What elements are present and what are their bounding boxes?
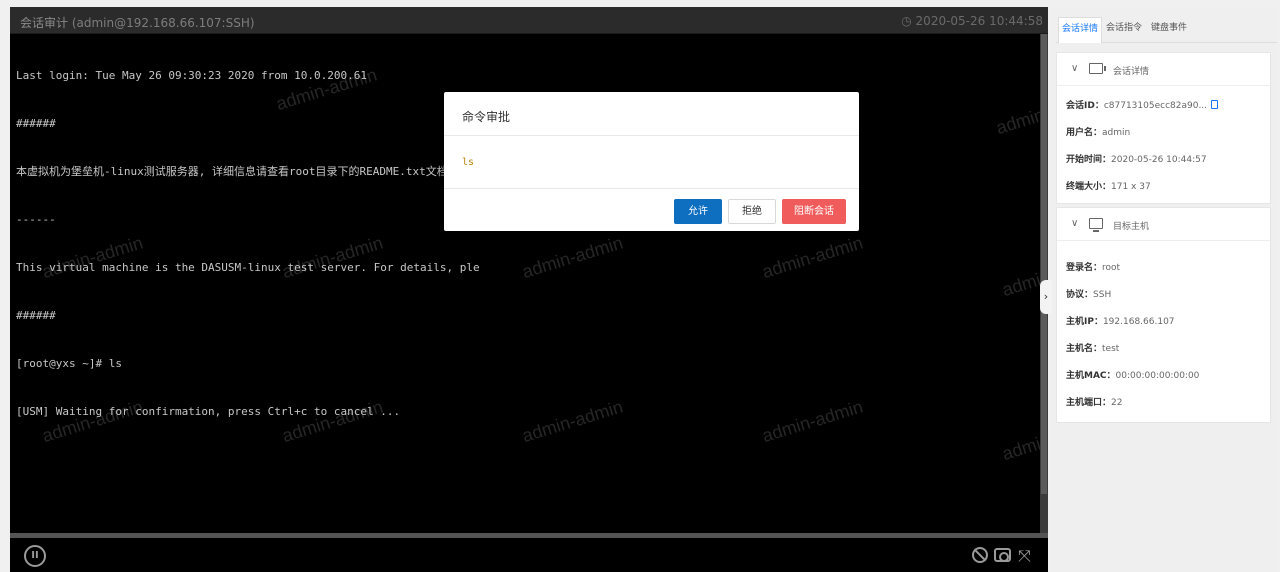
field-value: 00:00:00:00:00:00 (1115, 371, 1200, 381)
session-detail-section: ∨ 会话详情 会话ID：c87713105ecc82a90... 用户名：adm… (1056, 52, 1271, 204)
field-value: SSH (1093, 290, 1112, 300)
watermark: admin-admin (519, 232, 626, 283)
terminal-line: ------ (16, 213, 56, 226)
section-title: 会话详情 (1113, 67, 1150, 77)
field-protocol: 协议：SSH (1066, 287, 1111, 300)
field-label: 用户名： (1066, 128, 1103, 138)
tab-session-commands[interactable]: 会话指令 (1104, 17, 1144, 43)
field-value: c87713105ecc82a90... (1103, 101, 1208, 111)
terminal-line: 本虚拟机为堡垒机-linux测试服务器, 详细信息请查看root目录下的READ… (16, 165, 448, 178)
command-approval-dialog: 命令审批 ls 允许 拒绝 阻断会话 (444, 92, 859, 231)
session-audit-app: 会话审计 (admin@192.168.66.107:SSH) ◷ 2020-0… (0, 0, 1280, 572)
copy-icon[interactable] (1211, 100, 1219, 109)
field-label: 会话ID： (1066, 101, 1104, 111)
terminal-line: ###### (16, 117, 56, 130)
terminal-line: Last login: Tue May 26 09:30:23 2020 fro… (16, 69, 367, 82)
field-value: test (1102, 344, 1120, 354)
scrollbar-thumb[interactable] (1041, 34, 1047, 494)
section-header[interactable]: ∨ 会话详情 (1057, 53, 1270, 86)
field-value: 2020-05-26 10:44:57 (1111, 155, 1207, 165)
field-terminal-size: 终端大小：171 x 37 (1066, 179, 1151, 192)
details-panel: 会话详情 会话指令 键盘事件 ∨ 会话详情 会话ID：c87713105ecc8… (1052, 7, 1277, 572)
section-title: 目标主机 (1113, 222, 1150, 232)
watermark: admin-admin (759, 232, 866, 283)
field-value: admin (1102, 128, 1131, 138)
title-bar: 会话审计 (admin@192.168.66.107:SSH) ◷ 2020-0… (10, 7, 1048, 34)
terminal-line: This virtual machine is the DASUSM-linux… (16, 261, 480, 274)
field-value: 22 (1111, 398, 1123, 408)
field-host-port: 主机端口：22 (1066, 395, 1122, 408)
pause-icon[interactable]: II (24, 545, 46, 567)
block-session-button[interactable]: 阻断会话 (782, 199, 846, 224)
terminal-line: [USM] Waiting for confirmation, press Ct… (16, 405, 401, 418)
connection-info: (admin@192.168.66.107:SSH) (71, 16, 255, 30)
pending-command: ls (462, 157, 475, 168)
monitor-icon (1089, 218, 1103, 232)
tab-session-detail[interactable]: 会话详情 (1058, 17, 1102, 43)
dialog-header: 命令审批 (444, 92, 859, 136)
field-host-name: 主机名：test (1066, 341, 1119, 354)
target-host-section: ∨ 目标主机 登录名：root 协议：SSH 主机IP：192.168.66.1… (1056, 207, 1271, 423)
session-time: ◷ 2020-05-26 10:44:58 (901, 14, 1043, 28)
playback-controls: II ⤧ (10, 538, 1048, 572)
tab-keyboard-events[interactable]: 键盘事件 (1146, 17, 1192, 43)
field-label: 主机端口： (1066, 398, 1112, 408)
field-start-time: 开始时间：2020-05-26 10:44:57 (1066, 152, 1207, 165)
field-host-ip: 主机IP：192.168.66.107 (1066, 314, 1175, 327)
section-header[interactable]: ∨ 目标主机 (1057, 208, 1270, 241)
app-title: 会话审计 (20, 16, 69, 30)
field-label: 主机名： (1066, 344, 1103, 354)
field-label: 终端大小： (1066, 182, 1112, 192)
expand-icon[interactable]: ⤧ (1018, 546, 1031, 566)
details-tabs: 会话详情 会话指令 键盘事件 (1056, 17, 1277, 43)
deny-button[interactable]: 拒绝 (728, 199, 776, 224)
field-label: 主机MAC： (1066, 371, 1116, 381)
terminal-icon (1089, 63, 1106, 74)
terminal-text: Last login: Tue May 26 09:30:23 2020 fro… (16, 36, 480, 452)
dialog-body: ls (444, 136, 859, 189)
window-title: 会话审计 (admin@192.168.66.107:SSH) (20, 14, 255, 31)
chevron-down-icon: ∨ (1071, 63, 1079, 74)
field-label: 主机IP： (1066, 317, 1103, 327)
allow-button[interactable]: 允许 (674, 199, 722, 224)
camera-icon[interactable] (994, 548, 1011, 562)
chevron-down-icon: ∨ (1071, 218, 1079, 229)
session-timestamp: 2020-05-26 10:44:58 (915, 14, 1043, 28)
block-icon[interactable] (972, 547, 988, 563)
field-session-id: 会话ID：c87713105ecc82a90... (1066, 98, 1219, 111)
field-label: 协议： (1066, 290, 1094, 300)
clock-icon: ◷ (901, 14, 912, 28)
terminal-line: [root@yxs ~]# ls (16, 357, 122, 370)
watermark: admin-admin (519, 396, 626, 447)
terminal-panel: 会话审计 (admin@192.168.66.107:SSH) ◷ 2020-0… (10, 7, 1048, 572)
field-host-mac: 主机MAC：00:00:00:00:00:00 (1066, 368, 1199, 381)
field-value: 192.168.66.107 (1102, 317, 1175, 327)
chevron-right-icon[interactable]: › (1040, 280, 1052, 314)
terminal-line: ###### (16, 309, 56, 322)
field-value: root (1102, 263, 1121, 273)
field-label: 开始时间： (1066, 155, 1112, 165)
watermark: admin-admin (759, 396, 866, 447)
field-username: 用户名：admin (1066, 125, 1130, 138)
dialog-title: 命令审批 (462, 110, 511, 124)
field-login-name: 登录名：root (1066, 260, 1120, 273)
field-value: 171 x 37 (1111, 182, 1151, 192)
field-label: 登录名： (1066, 263, 1103, 273)
